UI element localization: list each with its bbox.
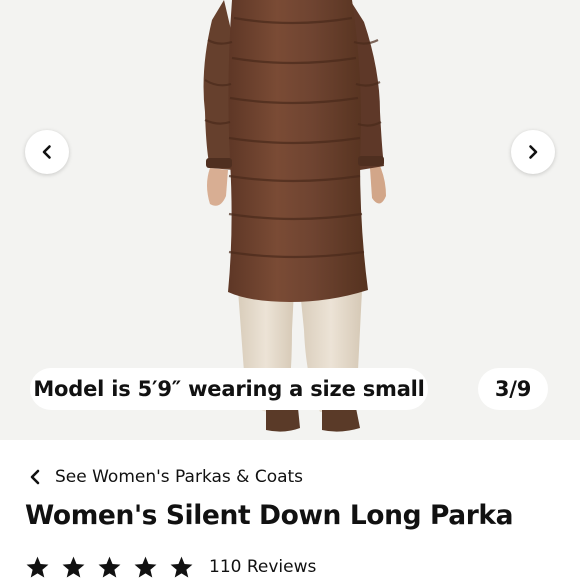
breadcrumb-link[interactable]: See Women's Parkas & Coats <box>55 467 303 487</box>
rating-stars <box>25 555 205 580</box>
image-counter: 3/9 <box>478 368 548 410</box>
chevron-left-icon <box>28 468 46 486</box>
chevron-left-icon <box>42 145 51 159</box>
gallery-next-button[interactable] <box>511 130 555 174</box>
star-icon <box>134 556 157 577</box>
star-icon <box>98 556 121 577</box>
product-title: Women's Silent Down Long Parka <box>25 500 514 531</box>
product-page: Model is 5′9″ wearing a size small 3/9 S… <box>0 0 580 580</box>
star-icon <box>170 556 193 577</box>
product-rating[interactable]: 110 Reviews <box>25 552 316 580</box>
reviews-link[interactable]: 110 Reviews <box>209 557 316 577</box>
model-size-text: Model is 5′9″ wearing a size small <box>33 377 425 401</box>
product-image-gallery[interactable]: Model is 5′9″ wearing a size small 3/9 <box>0 0 580 440</box>
star-icon <box>62 556 85 577</box>
image-counter-text: 3/9 <box>494 377 532 401</box>
model-size-info: Model is 5′9″ wearing a size small <box>30 368 428 410</box>
star-icon <box>26 556 49 577</box>
gallery-prev-button[interactable] <box>25 130 69 174</box>
chevron-right-icon <box>529 145 538 159</box>
breadcrumb[interactable]: See Women's Parkas & Coats <box>28 462 303 492</box>
